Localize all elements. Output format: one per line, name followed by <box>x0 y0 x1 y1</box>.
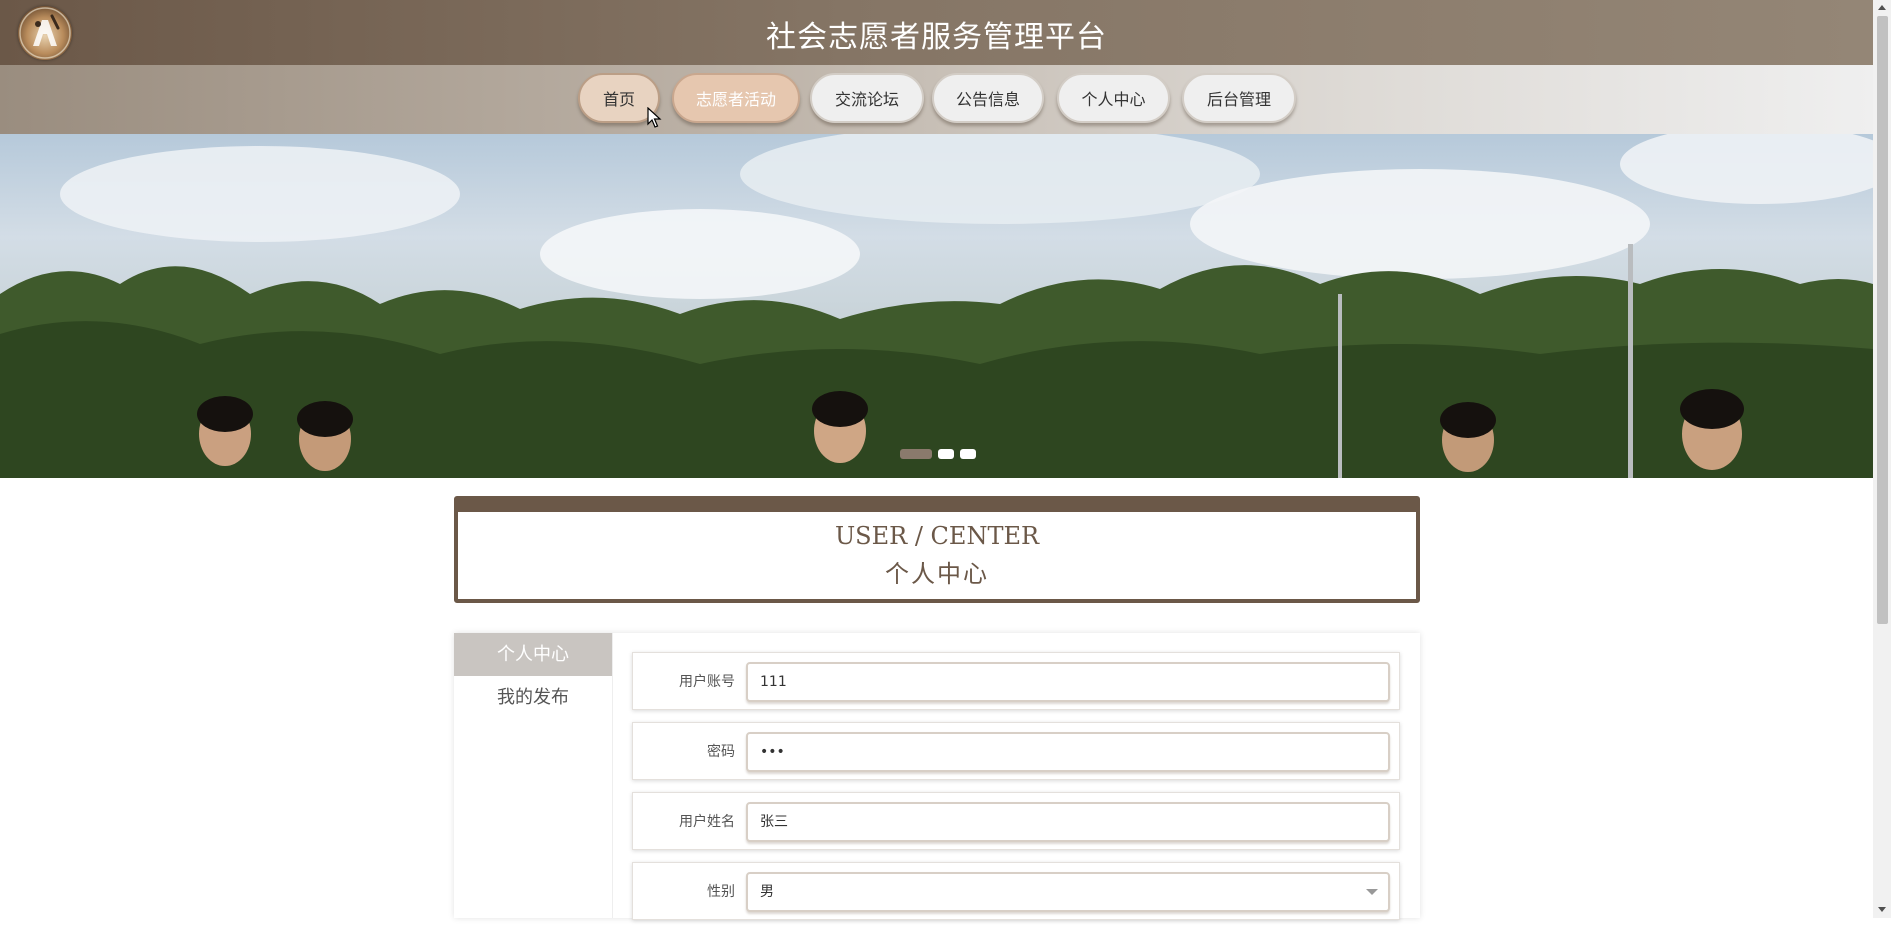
password-label: 密码 <box>707 744 735 760</box>
account-label: 用户账号 <box>679 674 735 690</box>
scroll-up-arrow-icon[interactable] <box>1878 5 1886 10</box>
nav-volunteer-activities[interactable]: 志愿者活动 <box>672 73 800 123</box>
account-input[interactable]: 111 <box>746 662 1390 702</box>
sidebar-item-user-center[interactable]: 个人中心 <box>454 633 612 676</box>
carousel-indicators <box>900 449 976 459</box>
password-input[interactable]: ••• <box>746 732 1390 772</box>
carousel-dot-2[interactable] <box>938 449 954 459</box>
nav-admin[interactable]: 后台管理 <box>1182 73 1296 123</box>
name-label: 用户姓名 <box>679 814 735 830</box>
scroll-down-arrow-icon[interactable] <box>1878 907 1886 912</box>
site-header: 社会志愿者服务管理平台 <box>0 0 1873 65</box>
name-input[interactable]: 张三 <box>746 802 1390 842</box>
section-title-cn: 个人中心 <box>885 560 989 588</box>
carousel-dot-1[interactable] <box>900 449 932 459</box>
scrollbar-thumb[interactable] <box>1877 16 1888 624</box>
form-row-gender: 性别 男 <box>632 862 1400 920</box>
section-title-en: USER / CENTER <box>834 522 1040 550</box>
user-center-panel: 个人中心 我的发布 用户账号 111 密码 ••• 用户姓名 张三 性别 男 <box>454 633 1420 920</box>
gender-select[interactable]: 男 <box>746 872 1390 912</box>
sidebar-item-my-posts[interactable]: 我的发布 <box>454 676 612 719</box>
form-row-account: 用户账号 111 <box>632 652 1400 710</box>
mouse-cursor-icon <box>647 107 662 128</box>
nav-announcements[interactable]: 公告信息 <box>932 73 1044 123</box>
nav-forum[interactable]: 交流论坛 <box>810 73 924 123</box>
carousel-dot-3[interactable] <box>960 449 976 459</box>
banner-photo-image <box>0 134 1873 478</box>
nav-user-center[interactable]: 个人中心 <box>1057 73 1170 123</box>
sidebar-menu: 个人中心 我的发布 <box>454 633 613 918</box>
form-row-password: 密码 ••• <box>632 722 1400 780</box>
profile-form: 用户账号 111 密码 ••• 用户姓名 张三 性别 男 <box>632 652 1400 932</box>
main-nav: 首页 志愿者活动 交流论坛 公告信息 个人中心 后台管理 <box>0 65 1873 134</box>
chevron-down-icon <box>1366 889 1378 895</box>
gender-select-value: 男 <box>760 884 774 900</box>
site-title: 社会志愿者服务管理平台 <box>766 20 1107 55</box>
page-scrollbar[interactable] <box>1873 0 1891 918</box>
gender-label: 性别 <box>707 884 735 900</box>
form-row-name: 用户姓名 张三 <box>632 792 1400 850</box>
banner-carousel[interactable] <box>0 134 1873 478</box>
section-title-box: USER / CENTER 个人中心 <box>454 496 1420 603</box>
